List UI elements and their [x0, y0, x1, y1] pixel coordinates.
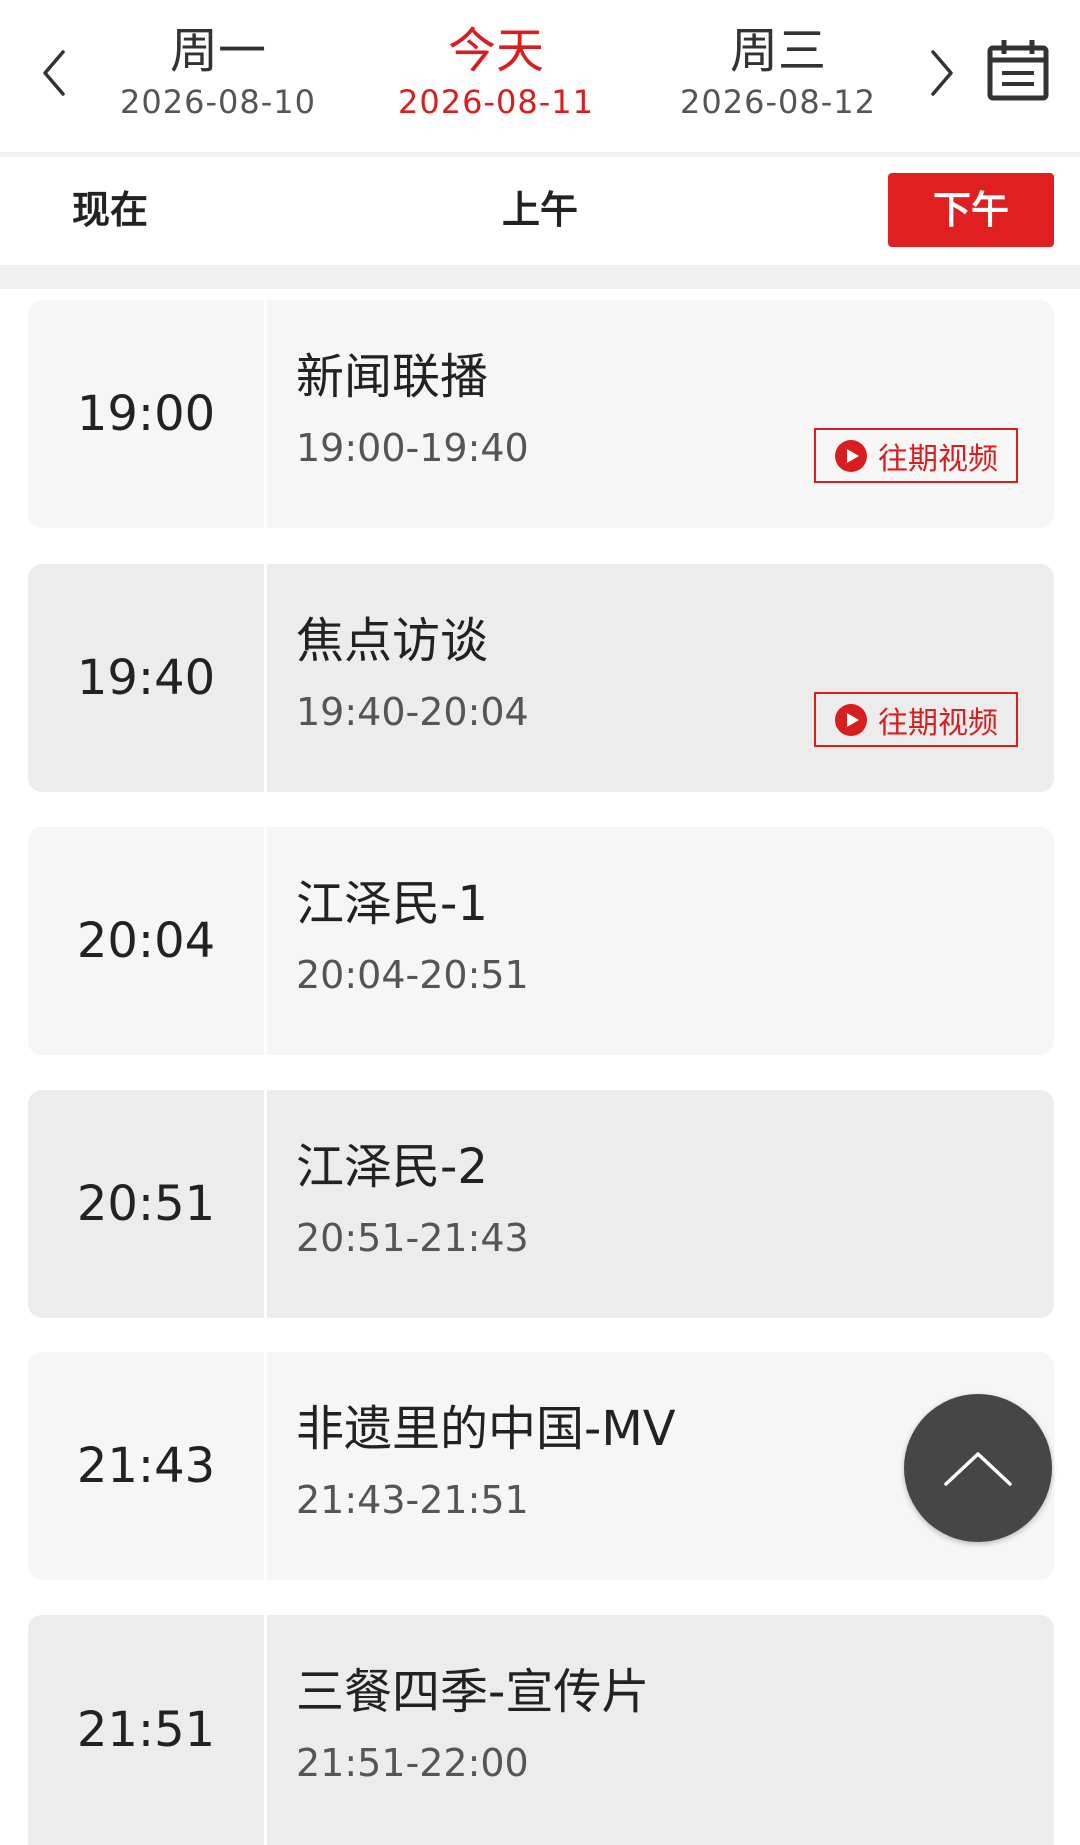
divider	[264, 564, 267, 792]
program-title: 三餐四季-宣传片	[296, 1664, 650, 1720]
program-time-range: 21:43-21:51	[296, 1478, 529, 1522]
past-videos-label: 往期视频	[878, 441, 998, 477]
day-date: 2026-08-12	[680, 83, 876, 121]
day-name: 今天	[447, 23, 544, 79]
past-videos-button[interactable]: 往期视频	[814, 692, 1018, 747]
past-videos-label: 往期视频	[878, 705, 998, 741]
program-time-range: 20:51-21:43	[296, 1216, 529, 1260]
divider	[264, 827, 267, 1055]
program-start-time: 20:04	[76, 913, 216, 969]
day-today[interactable]: 今天 2026-08-11	[366, 22, 626, 122]
day-date: 2026-08-11	[398, 83, 594, 121]
program-start-time: 19:00	[76, 386, 216, 442]
program-title: 焦点访谈	[296, 613, 489, 669]
previous-day-button[interactable]	[24, 38, 84, 108]
play-icon	[835, 703, 867, 736]
tab-morning[interactable]: 上午	[470, 173, 610, 247]
divider	[0, 265, 1080, 289]
program-title: 江泽民-2	[296, 1139, 488, 1195]
program-card[interactable]: 21:51 三餐四季-宣传片 21:51-22:00	[28, 1615, 1054, 1845]
day-name: 周一	[169, 23, 266, 79]
day-wednesday[interactable]: 周三 2026-08-12	[648, 22, 908, 122]
chevron-right-icon	[931, 50, 953, 96]
date-navigation-bar: 周一 2026-08-10 今天 2026-08-11 周三 2026-08-1…	[0, 0, 1080, 152]
divider	[264, 300, 267, 528]
play-icon	[835, 439, 867, 472]
program-start-time: 19:40	[76, 650, 216, 706]
tab-now[interactable]: 现在	[40, 173, 180, 247]
period-tabs: 现在 上午 下午	[0, 157, 1080, 265]
program-card[interactable]: 21:43 非遗里的中国-MV 21:43-21:51	[28, 1352, 1054, 1580]
tab-afternoon[interactable]: 下午	[888, 173, 1054, 247]
chevron-left-icon	[43, 50, 65, 96]
program-card[interactable]: 19:40 焦点访谈 19:40-20:04 往期视频	[28, 564, 1054, 792]
day-monday[interactable]: 周一 2026-08-10	[88, 22, 348, 122]
program-title: 非遗里的中国-MV	[296, 1401, 676, 1457]
divider	[264, 1615, 267, 1845]
day-name: 周三	[729, 23, 826, 79]
program-card[interactable]: 20:51 江泽民-2 20:51-21:43	[28, 1090, 1054, 1318]
chevron-up-icon	[944, 1452, 1012, 1486]
program-title: 新闻联播	[296, 349, 489, 405]
program-title: 江泽民-1	[296, 876, 488, 932]
divider	[264, 1090, 267, 1318]
program-card[interactable]: 19:00 新闻联播 19:00-19:40 往期视频	[28, 300, 1054, 528]
calendar-icon	[987, 40, 1049, 101]
program-time-range: 19:40-20:04	[296, 690, 529, 734]
back-to-top-button[interactable]	[904, 1394, 1052, 1542]
program-start-time: 21:43	[76, 1438, 216, 1494]
divider	[264, 1352, 267, 1580]
next-day-button[interactable]	[912, 38, 972, 108]
program-time-range: 21:51-22:00	[296, 1741, 529, 1785]
day-date: 2026-08-10	[120, 83, 316, 121]
past-videos-button[interactable]: 往期视频	[814, 428, 1018, 483]
program-start-time: 20:51	[76, 1176, 216, 1232]
calendar-button[interactable]	[986, 38, 1056, 108]
program-time-range: 19:00-19:40	[296, 426, 529, 470]
program-card[interactable]: 20:04 江泽民-1 20:04-20:51	[28, 827, 1054, 1055]
program-start-time: 21:51	[76, 1702, 216, 1758]
program-time-range: 20:04-20:51	[296, 953, 529, 997]
